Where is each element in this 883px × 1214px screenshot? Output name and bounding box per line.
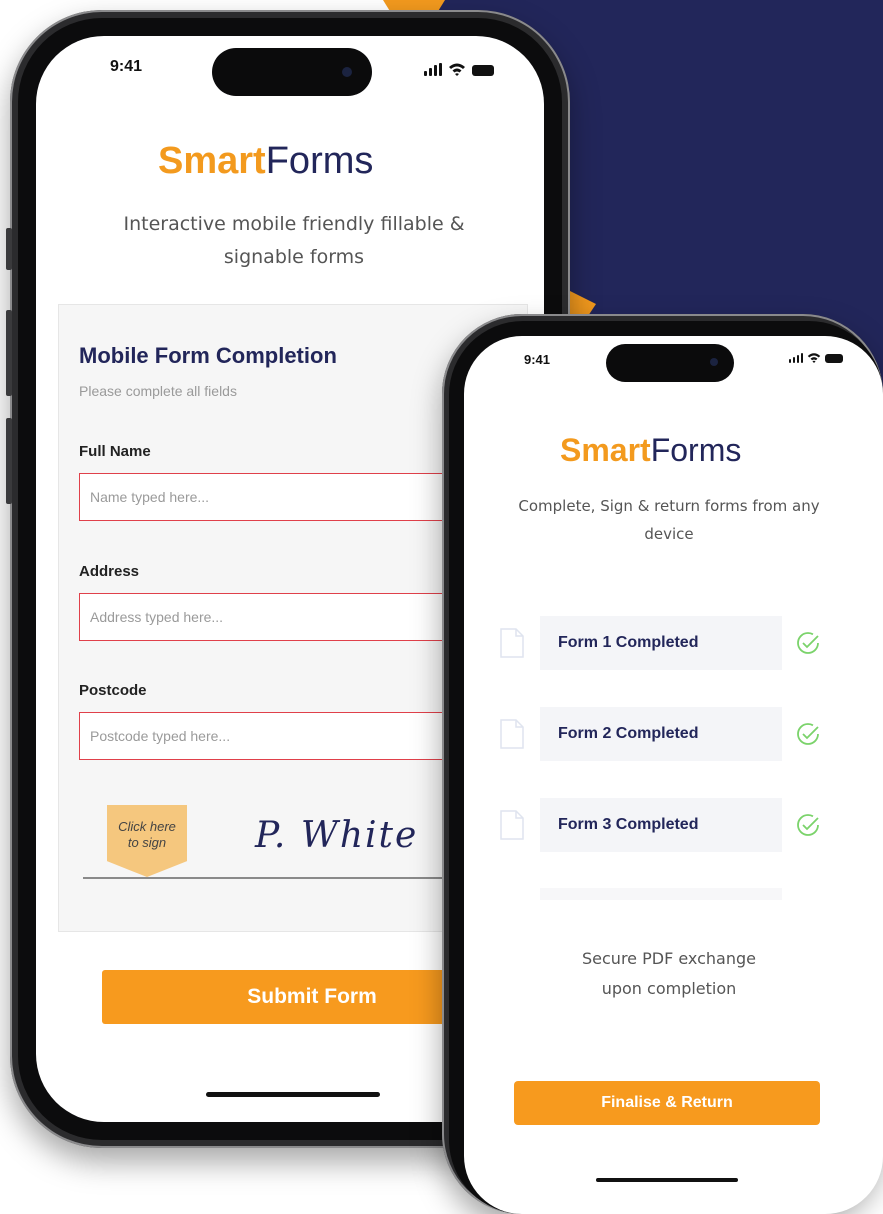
click-to-sign-button[interactable]: Click here to sign — [107, 805, 187, 877]
check-circle-icon — [797, 632, 819, 654]
tagline: Interactive mobile friendly fillable & s… — [123, 213, 465, 268]
postcode-label: Postcode — [79, 682, 147, 699]
secure-text-line1: Secure PDF exchange — [582, 949, 756, 968]
card-title: Mobile Form Completion — [79, 343, 337, 368]
signature: P. White — [255, 815, 419, 856]
brand-logo-smart: Smart — [560, 432, 651, 468]
form-3-row[interactable]: Form 3 Completed — [540, 798, 782, 852]
marketing-canvas: 9:41 SmartForms Interactive mobile frien… — [0, 0, 883, 1214]
form-1-row[interactable]: Form 1 Completed — [540, 616, 782, 670]
dynamic-island — [212, 48, 372, 96]
finalise-return-button[interactable]: Finalise & Return — [514, 1081, 820, 1125]
action-button — [6, 228, 12, 270]
wifi-icon — [449, 63, 465, 76]
brand-logo-forms: Forms — [265, 140, 374, 182]
home-indicator — [596, 1178, 738, 1182]
sign-tag-line2: to sign — [127, 835, 167, 850]
battery-icon — [825, 354, 843, 363]
form-2-row[interactable]: Form 2 Completed — [540, 707, 782, 761]
document-icon — [500, 810, 524, 840]
address-label: Address — [79, 563, 140, 580]
brand-logo: SmartForms — [560, 432, 741, 469]
phone-screen: 9:41 SmartForms Complete, Sign & return … — [464, 336, 883, 1214]
full-name-label: Full Name — [79, 443, 151, 460]
sign-tag-line1: Click here — [118, 819, 176, 834]
secure-text-line2: upon completion — [601, 979, 737, 998]
signal-icon — [424, 63, 442, 76]
wifi-icon — [807, 353, 821, 363]
status-icons — [789, 352, 843, 363]
home-indicator — [206, 1092, 380, 1097]
secure-exchange-text: Secure PDF exchange upon completion — [534, 944, 804, 1004]
card-subtitle: Please complete all fields — [79, 383, 237, 399]
dynamic-island — [606, 344, 734, 382]
document-icon — [500, 628, 524, 658]
camera-icon — [710, 358, 718, 366]
camera-icon — [342, 67, 352, 77]
status-time: 9:41 — [110, 58, 143, 75]
faded-form-row — [540, 888, 782, 900]
brand-logo-forms: Forms — [650, 432, 742, 468]
phone-forms-completed: 9:41 SmartForms Complete, Sign & return … — [442, 314, 883, 1214]
tagline: Complete, Sign & return forms from any d… — [518, 497, 820, 543]
status-icons — [424, 62, 494, 76]
brand-logo: SmartForms — [158, 140, 373, 183]
check-circle-icon — [797, 723, 819, 745]
status-time: 9:41 — [524, 352, 551, 367]
brand-logo-smart: Smart — [158, 140, 266, 182]
battery-icon — [472, 65, 494, 76]
volume-up-button — [6, 310, 12, 396]
volume-down-button — [6, 418, 12, 504]
check-circle-icon — [797, 814, 819, 836]
document-icon — [500, 719, 524, 749]
signal-icon — [789, 353, 803, 363]
